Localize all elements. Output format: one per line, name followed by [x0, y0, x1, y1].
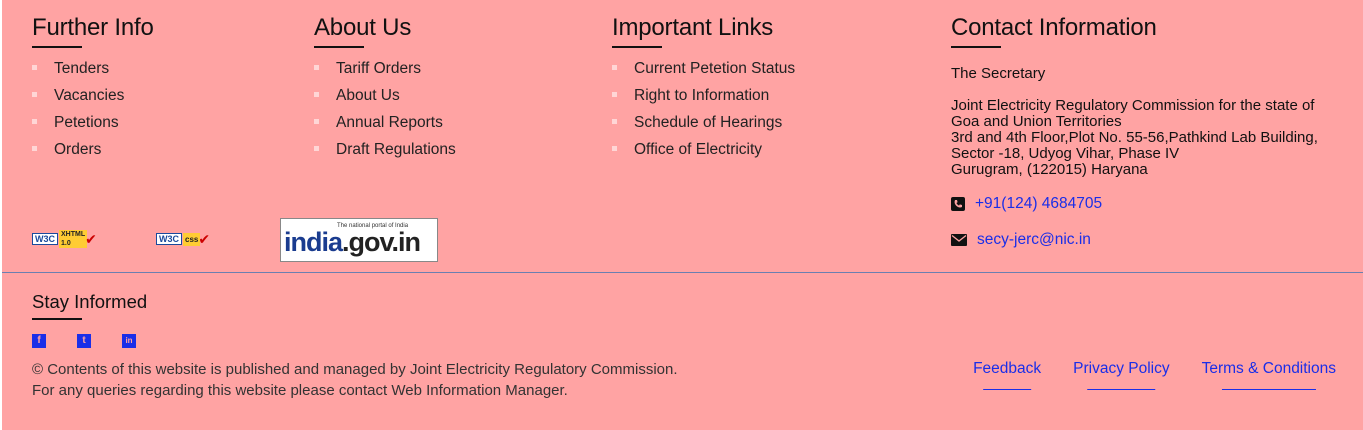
heading-underline: [32, 318, 82, 320]
envelope-icon: [951, 234, 967, 246]
contact-address-line: Sector -18, Udyog Vihar, Phase IV: [951, 145, 1180, 162]
further-info-section: Further Info Tenders Vacancies Petetions…: [32, 14, 154, 168]
link-office-of-electricity[interactable]: Office of Electricity: [612, 141, 795, 168]
contact-address-line: Joint Electricity Regulatory Commission …: [951, 97, 1315, 114]
further-info-heading: Further Info: [32, 14, 154, 41]
linkedin-icon[interactable]: in: [122, 334, 136, 348]
w3c-label: W3C: [32, 233, 58, 245]
further-info-list: Tenders Vacancies Petetions Orders: [32, 60, 154, 168]
checkmark-icon: ✔: [85, 230, 97, 247]
w3c-label: W3C: [156, 233, 182, 245]
about-us-heading: About Us: [314, 14, 412, 41]
link-right-to-information[interactable]: Right to Information: [612, 87, 795, 114]
about-us-list: Tariff Orders About Us Annual Reports Dr…: [314, 60, 456, 168]
link-about-us[interactable]: About Us: [314, 87, 456, 114]
important-links-section: Important Links Current Petetion Status …: [612, 14, 795, 168]
india-gov-wordmark: india.gov.in: [284, 227, 421, 257]
privacy-policy-link[interactable]: Privacy Policy: [1073, 360, 1169, 390]
important-links-list: Current Petetion Status Right to Informa…: [612, 60, 795, 168]
social-links: f t in: [32, 334, 136, 348]
contact-phone-row: +91(124) 4684705: [951, 195, 1346, 213]
link-orders[interactable]: Orders: [32, 141, 154, 168]
phone-icon: [951, 197, 965, 211]
contact-section: Contact Information The Secretary Joint …: [951, 14, 1346, 249]
link-schedule-of-hearings[interactable]: Schedule of Hearings: [612, 114, 795, 141]
stay-informed-heading: Stay Informed: [32, 291, 148, 312]
w3c-xhtml-badge[interactable]: W3C XHTML 1.0 ✔: [32, 229, 97, 249]
copyright-line: For any queries regarding this website p…: [32, 382, 568, 399]
heading-underline: [314, 46, 364, 48]
contact-address-line: Gurugram, (122015) Haryana: [951, 161, 1148, 178]
contact-address-line: Goa and Union Territories: [951, 113, 1122, 130]
copyright-line: © Contents of this website is published …: [32, 361, 678, 378]
w3c-css-badge[interactable]: W3C css ✔: [156, 229, 210, 249]
site-footer: Further Info Tenders Vacancies Petetions…: [2, 0, 1363, 430]
heading-underline: [32, 46, 82, 48]
important-links-heading: Important Links: [612, 14, 774, 41]
footer-bottom-links: Feedback Privacy Policy Terms & Conditio…: [973, 360, 1336, 390]
link-current-petetion-status[interactable]: Current Petetion Status: [612, 60, 795, 87]
contact-heading: Contact Information: [951, 14, 1157, 41]
footer-divider: [2, 272, 1363, 273]
stay-informed-section: Stay Informed: [32, 291, 147, 320]
feedback-link[interactable]: Feedback: [973, 360, 1041, 390]
heading-underline: [612, 46, 662, 48]
about-us-section: About Us Tariff Orders About Us Annual R…: [314, 14, 456, 168]
contact-address-line: 3rd and 4th Floor,Plot No. 55-56,Pathkin…: [951, 129, 1318, 146]
twitter-icon[interactable]: t: [77, 334, 91, 348]
heading-underline: [951, 46, 1001, 48]
contact-email-row: secy-jerc@nic.in: [951, 231, 1346, 249]
facebook-icon[interactable]: f: [32, 334, 46, 348]
checkmark-icon: ✔: [198, 230, 211, 247]
link-tenders[interactable]: Tenders: [32, 60, 154, 87]
copyright-text: © Contents of this website is published …: [32, 359, 678, 401]
xhtml-label: XHTML 1.0: [59, 230, 88, 248]
link-draft-regulations[interactable]: Draft Regulations: [314, 141, 456, 168]
link-petetions[interactable]: Petetions: [32, 114, 154, 141]
link-tariff-orders[interactable]: Tariff Orders: [314, 60, 456, 87]
contact-email[interactable]: secy-jerc@nic.in: [977, 231, 1091, 249]
india-gov-portal-logo[interactable]: The national portal of India india.gov.i…: [280, 218, 438, 262]
link-annual-reports[interactable]: Annual Reports: [314, 114, 456, 141]
contact-secretary: The Secretary: [951, 65, 1046, 82]
link-vacancies[interactable]: Vacancies: [32, 87, 154, 114]
contact-phone[interactable]: +91(124) 4684705: [975, 195, 1102, 213]
terms-conditions-link[interactable]: Terms & Conditions: [1202, 360, 1336, 390]
